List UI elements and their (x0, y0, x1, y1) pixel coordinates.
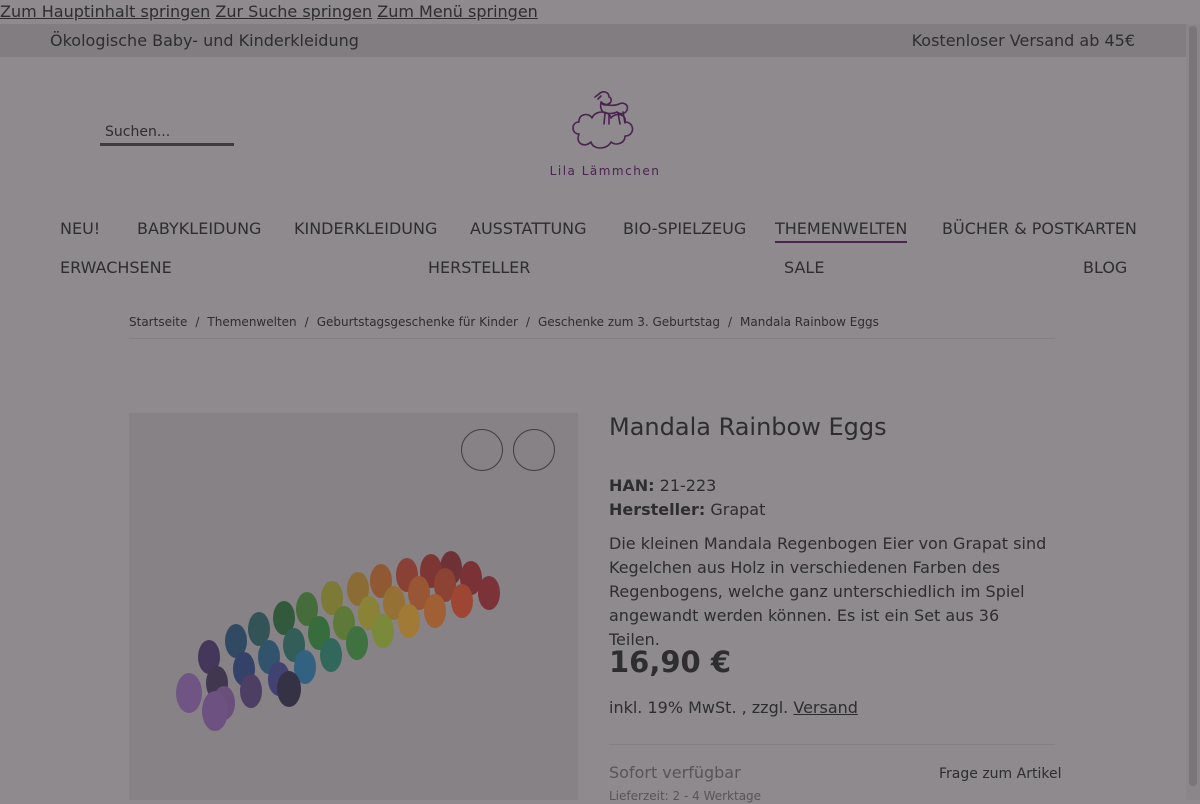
han-label: HAN: (609, 476, 655, 495)
manufacturer-value: Grapat (710, 500, 766, 519)
shipping-link[interactable]: Versand (793, 698, 858, 717)
logo-text: Lila Lämmchen (549, 164, 661, 178)
breadcrumb-separator: / (304, 315, 309, 329)
scrollbar-thumb[interactable] (1189, 26, 1197, 786)
nav-item-kinderkleidung[interactable]: KINDERKLEIDUNG (294, 218, 437, 240)
manufacturer-label: Hersteller: (609, 500, 706, 519)
nav-item-neu[interactable]: NEU! (60, 218, 100, 240)
skip-links: Zum Hauptinhalt springen Zur Suche sprin… (0, 0, 1200, 24)
product-price: 16,90 € (609, 645, 732, 679)
divider (609, 744, 1055, 745)
logo[interactable]: Lila Lämmchen (545, 82, 665, 182)
tagline: Ökologische Baby- und Kinderkleidung (50, 31, 359, 50)
nav-item-blog[interactable]: BLOG (1083, 257, 1127, 279)
breadcrumb: Startseite / Themenwelten / Geburtstagsgesch… (129, 314, 1055, 339)
nav-item-ausstattung[interactable]: AUSSTATTUNG (470, 218, 587, 240)
nav-item-hersteller[interactable]: HERSTELLER (428, 257, 530, 279)
delivery-time: Lieferzeit: 2 - 4 Werktage (609, 789, 762, 803)
free-shipping-notice: Kostenloser Versand ab 45€ (911, 31, 1135, 50)
top-info-bar: Ökologische Baby- und Kinderkleidung Kos… (0, 24, 1186, 57)
tax-text: inkl. 19% MwSt. , zzgl. (609, 698, 789, 717)
han-value: 21-223 (659, 476, 717, 495)
han-line: HAN: 21-223 (609, 474, 716, 498)
product-description: Die kleinen Mandala Regenbogen Eier von … (609, 534, 1047, 649)
nav-item-babykleidung[interactable]: BABYKLEIDUNG (137, 218, 261, 240)
breadcrumb-current: Mandala Rainbow Eggs (740, 315, 879, 329)
search-input[interactable] (100, 124, 239, 140)
product-image[interactable] (129, 413, 578, 800)
skip-to-search-link[interactable]: Zur Suche springen (215, 2, 372, 21)
breadcrumb-separator: / (525, 315, 530, 329)
question-about-item-link[interactable]: Frage zum Artikel (939, 764, 1061, 784)
manufacturer-line: Hersteller: Grapat (609, 498, 765, 522)
nav-item-bio-spielzeug[interactable]: BIO-SPIELZEUG (623, 218, 746, 240)
breadcrumb-startseite[interactable]: Startseite (129, 315, 187, 329)
breadcrumb-separator: / (195, 315, 200, 329)
product-title: Mandala Rainbow Eggs (609, 413, 887, 441)
availability-status: Sofort verfügbar (609, 763, 741, 782)
breadcrumb-geschenke-3-geburtstag[interactable]: Geschenke zum 3. Geburtstag (538, 315, 720, 329)
nav-item-buecher-postkarten[interactable]: BÜCHER & POSTKARTEN (942, 218, 1137, 240)
skip-to-menu-link[interactable]: Zum Menü springen (377, 2, 538, 21)
tax-info: inkl. 19% MwSt. , zzgl. Versand (609, 696, 858, 720)
nav-item-sale[interactable]: SALE (784, 257, 824, 279)
nav-item-themenwelten[interactable]: THEMENWELTEN (775, 218, 908, 243)
breadcrumb-geburtstagsgeschenke[interactable]: Geburtstagsgeschenke für Kinder (317, 315, 518, 329)
nav-item-erwachsene[interactable]: ERWACHSENE (60, 257, 172, 279)
lamb-on-cloud-logo-icon (572, 91, 634, 149)
breadcrumb-separator: / (727, 315, 733, 329)
scrollbar[interactable] (1186, 24, 1200, 800)
rainbow-eggs-photo (176, 551, 500, 731)
search-box (100, 121, 239, 146)
skip-to-main-link[interactable]: Zum Hauptinhalt springen (0, 2, 210, 21)
breadcrumb-themenwelten[interactable]: Themenwelten (207, 315, 296, 329)
